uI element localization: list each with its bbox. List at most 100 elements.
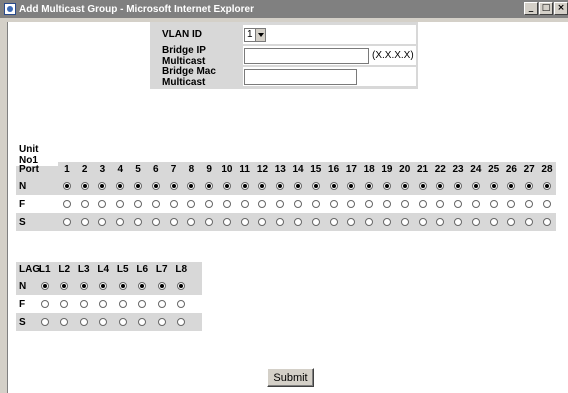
port-n-radio-9[interactable]: [205, 181, 214, 190]
port-s-radio-26[interactable]: [507, 217, 516, 226]
lag-f-radio-l4[interactable]: [99, 299, 108, 308]
port-f-radio-24[interactable]: [471, 199, 480, 208]
port-f-radio-13[interactable]: [276, 199, 285, 208]
lag-f-radio-l3[interactable]: [79, 299, 88, 308]
port-n-radio-28[interactable]: [542, 181, 551, 190]
port-f-radio-15[interactable]: [311, 199, 320, 208]
submit-button[interactable]: Submit: [267, 368, 314, 387]
port-f-radio-18[interactable]: [365, 199, 374, 208]
port-f-radio-27[interactable]: [525, 199, 534, 208]
port-n-radio-16[interactable]: [329, 181, 338, 190]
vlan-id-select[interactable]: 1: [244, 27, 266, 42]
port-s-radio-8[interactable]: [187, 217, 196, 226]
port-f-radio-14[interactable]: [294, 199, 303, 208]
port-f-radio-12[interactable]: [258, 199, 267, 208]
port-f-radio-9[interactable]: [205, 199, 214, 208]
lag-s-radio-l4[interactable]: [99, 317, 108, 326]
port-n-radio-11[interactable]: [240, 181, 249, 190]
port-s-radio-6[interactable]: [151, 217, 160, 226]
lag-f-radio-l8[interactable]: [177, 299, 186, 308]
port-n-radio-17[interactable]: [347, 181, 356, 190]
port-f-radio-22[interactable]: [436, 199, 445, 208]
port-f-radio-20[interactable]: [400, 199, 409, 208]
port-s-radio-27[interactable]: [525, 217, 534, 226]
port-f-radio-25[interactable]: [489, 199, 498, 208]
bridge-ip-input[interactable]: [244, 47, 369, 64]
lag-f-radio-l7[interactable]: [157, 299, 166, 308]
port-s-radio-21[interactable]: [418, 217, 427, 226]
close-button[interactable]: ×: [554, 2, 568, 15]
port-f-radio-1[interactable]: [62, 199, 71, 208]
chevron-down-icon[interactable]: [255, 28, 265, 41]
port-n-radio-1[interactable]: [62, 181, 71, 190]
port-f-radio-6[interactable]: [151, 199, 160, 208]
port-n-radio-10[interactable]: [222, 181, 231, 190]
port-f-radio-16[interactable]: [329, 199, 338, 208]
port-f-radio-21[interactable]: [418, 199, 427, 208]
maximize-button[interactable]: □: [539, 2, 553, 15]
port-s-radio-10[interactable]: [222, 217, 231, 226]
port-n-radio-23[interactable]: [454, 181, 463, 190]
port-n-radio-5[interactable]: [134, 181, 142, 190]
port-n-radio-22[interactable]: [436, 181, 445, 190]
port-s-radio-19[interactable]: [382, 217, 391, 226]
port-f-radio-7[interactable]: [169, 199, 178, 208]
port-f-radio-2[interactable]: [80, 199, 89, 208]
lag-f-radio-l2[interactable]: [60, 299, 69, 308]
port-s-radio-14[interactable]: [294, 217, 303, 226]
port-s-radio-17[interactable]: [347, 217, 356, 226]
port-s-radio-3[interactable]: [98, 217, 107, 226]
lag-n-radio-l2[interactable]: [60, 281, 69, 290]
port-f-radio-23[interactable]: [454, 199, 463, 208]
lag-s-radio-l8[interactable]: [177, 317, 186, 326]
lag-f-radio-l5[interactable]: [118, 299, 127, 308]
port-n-radio-13[interactable]: [276, 181, 285, 190]
lag-s-radio-l5[interactable]: [118, 317, 127, 326]
port-n-radio-25[interactable]: [489, 181, 498, 190]
port-s-radio-16[interactable]: [329, 217, 338, 226]
port-f-radio-19[interactable]: [382, 199, 391, 208]
port-s-radio-7[interactable]: [169, 217, 178, 226]
lag-f-radio-l6[interactable]: [138, 299, 147, 308]
port-s-radio-13[interactable]: [276, 217, 285, 226]
port-n-radio-2[interactable]: [80, 181, 89, 190]
port-n-radio-20[interactable]: [400, 181, 409, 190]
lag-n-radio-l6[interactable]: [138, 281, 147, 290]
port-n-radio-7[interactable]: [169, 181, 178, 190]
port-n-radio-18[interactable]: [365, 181, 374, 190]
port-n-radio-19[interactable]: [382, 181, 391, 190]
port-f-radio-11[interactable]: [240, 199, 249, 208]
port-n-radio-12[interactable]: [258, 181, 267, 190]
lag-s-radio-l6[interactable]: [138, 317, 147, 326]
port-n-radio-8[interactable]: [187, 181, 196, 190]
port-n-radio-24[interactable]: [471, 181, 480, 190]
port-s-radio-1[interactable]: [62, 217, 71, 226]
lag-n-radio-l1[interactable]: [40, 281, 49, 290]
port-f-radio-10[interactable]: [222, 199, 231, 208]
port-n-radio-21[interactable]: [418, 181, 427, 190]
lag-n-radio-l4[interactable]: [99, 281, 108, 290]
port-s-radio-15[interactable]: [311, 217, 320, 226]
port-s-radio-4[interactable]: [116, 217, 125, 226]
lag-n-radio-l7[interactable]: [157, 281, 166, 290]
lag-s-radio-l3[interactable]: [79, 317, 88, 326]
port-f-radio-4[interactable]: [116, 199, 125, 208]
lag-n-radio-l3[interactable]: [79, 281, 88, 290]
lag-n-radio-l8[interactable]: [177, 281, 186, 290]
lag-s-radio-l1[interactable]: [40, 317, 49, 326]
port-s-radio-20[interactable]: [400, 217, 409, 226]
minimize-button[interactable]: _: [524, 2, 538, 15]
port-f-radio-26[interactable]: [507, 199, 516, 208]
bridge-mac-input[interactable]: [244, 68, 357, 85]
port-s-radio-25[interactable]: [489, 217, 498, 226]
port-s-radio-2[interactable]: [80, 217, 89, 226]
port-s-radio-22[interactable]: [436, 217, 445, 226]
port-f-radio-8[interactable]: [187, 199, 196, 208]
port-f-radio-5[interactable]: [134, 199, 142, 208]
port-n-radio-15[interactable]: [311, 181, 320, 190]
port-n-radio-14[interactable]: [294, 181, 303, 190]
port-n-radio-6[interactable]: [151, 181, 160, 190]
port-f-radio-3[interactable]: [98, 199, 107, 208]
port-s-radio-11[interactable]: [240, 217, 249, 226]
port-s-radio-12[interactable]: [258, 217, 267, 226]
